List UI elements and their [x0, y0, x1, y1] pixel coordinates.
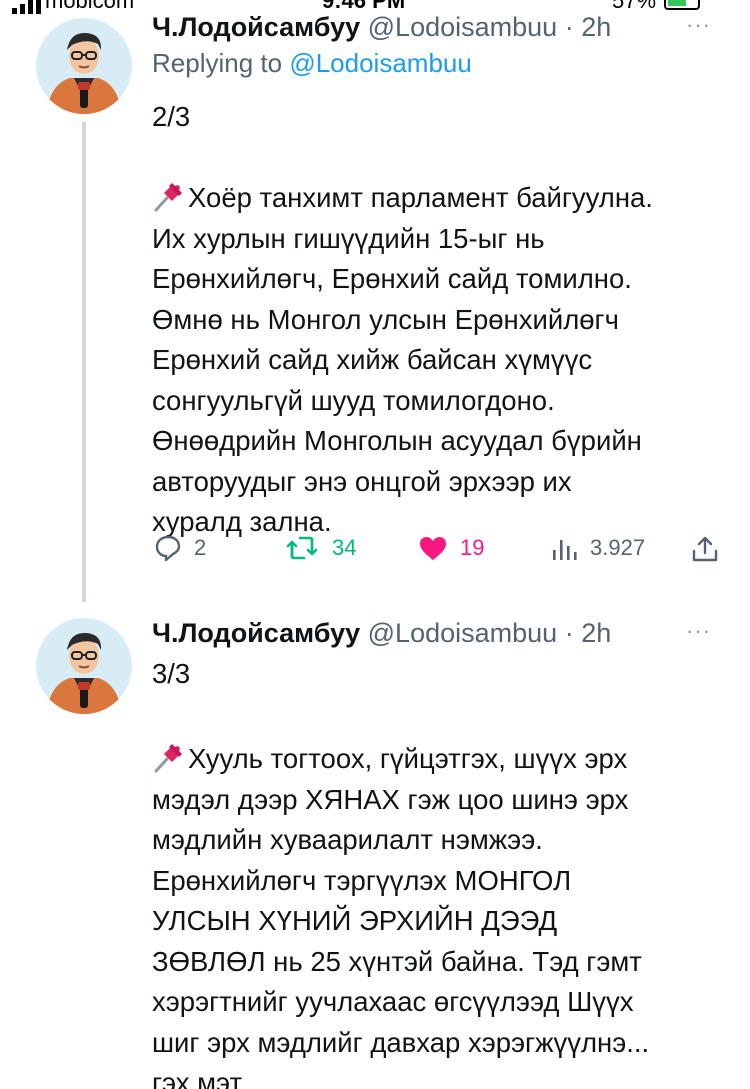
tweet-time[interactable]: 2h: [581, 12, 611, 42]
author-name[interactable]: Ч.Лодойсамбуу: [152, 12, 360, 42]
avatar-image: [36, 18, 132, 114]
tweet-line-4: Өмнө нь Монгол улсын Ерөнхийлөгч: [152, 303, 619, 335]
tweet-line-8: шиг эрх мэдлийг давхар хэрэгжүүлнэ...: [152, 1026, 650, 1058]
thread-counter: 2/3: [152, 101, 191, 132]
views-icon: [553, 540, 577, 560]
author-handle[interactable]: @Lodoisambuu: [368, 12, 558, 42]
reply-count: 2: [194, 535, 207, 560]
tweet-line-5: Ерөнхий сайд хийж байсан хүмүүс: [152, 344, 593, 375]
tweet-line-5: УЛСЫН ХҮНИЙ ЭРХИЙН ДЭЭД: [152, 905, 558, 936]
tweet-time[interactable]: 2h: [581, 618, 611, 648]
tweet-line-4: Ерөнхийлөгч тэргүүлэх МОНГОЛ: [152, 864, 572, 896]
more-options-icon[interactable]: ···: [686, 12, 711, 38]
tweet-text: 3/3 Хууль тогтоох, гүйцэтгэх, шүүх эрх м…: [152, 654, 727, 1089]
tweet-line-3: мэдлийн хуваарилалт нэмжээ.: [152, 824, 543, 855]
avatar-image: [36, 618, 132, 714]
tweet-header: Ч.Лодойсамбуу @Lodoisambuu · 2h: [152, 12, 611, 43]
view-count: 3.927: [590, 535, 646, 560]
separator-dot: ·: [564, 12, 574, 42]
tweet-line-8: авторуудыг энэ онцгой эрхээр их: [152, 465, 572, 497]
heart-icon: [420, 537, 446, 560]
tweet-header: Ч.Лодойсамбуу @Lodoisambuu · 2h: [152, 618, 611, 649]
share-icon: [692, 536, 718, 562]
tweet-line-9: гэх мэт .: [152, 1067, 258, 1089]
tweet-line-2: Их хурлын гишүүдийн 15-ыг нь: [152, 222, 545, 254]
reply-icon: [155, 535, 181, 562]
retweet-icon: [286, 536, 318, 560]
tweet-line-3: Ерөнхийлөгч, Ерөнхий сайд томилно.: [152, 263, 632, 294]
tweet-line-6: ЗӨВЛӨЛ нь 25 хүнтэй байна. Тэд гэмт: [152, 945, 642, 977]
tweet-text: 2/3 Хоёр танхимт парламент байгуулна. Их…: [152, 97, 727, 543]
views-button[interactable]: 3.927: [550, 534, 645, 562]
avatar[interactable]: [36, 18, 132, 114]
tweet-line-2: мэдэл дээр ХЯНАХ гэж цоо шинэ эрх: [152, 783, 629, 815]
avatar[interactable]: [36, 618, 132, 714]
tweet-line-7: Өнөөдрийн Монголын асуудал бүрийн: [152, 425, 642, 456]
replying-to-mention[interactable]: @Lodoisambuu: [289, 48, 472, 78]
author-name[interactable]: Ч.Лодойсамбуу: [152, 618, 360, 648]
separator-dot: ·: [564, 618, 574, 648]
share-button[interactable]: [690, 534, 720, 564]
text-line: Хоёр танхимт парламент байгуулна.: [152, 178, 727, 219]
author-handle[interactable]: @Lodoisambuu: [368, 618, 558, 648]
pin-emoji: [154, 744, 182, 773]
pin-emoji: [154, 183, 182, 212]
tweet-actions: 2 34 19 3.927: [150, 534, 730, 566]
thread-counter: 3/3: [152, 658, 191, 689]
replying-to-label: Replying to: [152, 48, 283, 78]
retweet-count: 34: [332, 535, 357, 560]
like-button[interactable]: 19: [418, 534, 484, 562]
tweet-line-7: хэрэгтнийг уучлахаас өгсүүлээд Шүүх: [152, 986, 634, 1017]
text-line: Хууль тогтоох, гүйцэтгэх, шүүх эрх: [152, 739, 727, 780]
tweet[interactable]: Ч.Лодойсамбуу @Lodoisambuu · 2h ··· 3/3 …: [0, 600, 750, 1089]
tweet-line-1: Хоёр танхимт парламент байгуулна.: [188, 182, 653, 213]
tweet-line-6: сонгуульгүй шууд томилогдоно.: [152, 384, 555, 416]
replying-to: Replying to @Lodoisambuu: [152, 48, 472, 79]
tweet-line-1: Хууль тогтоох, гүйцэтгэх, шүүх эрх: [188, 743, 628, 774]
thread-line: [82, 122, 86, 602]
retweet-button[interactable]: 34: [284, 534, 356, 562]
like-count: 19: [460, 535, 485, 560]
more-options-icon[interactable]: ···: [686, 618, 711, 644]
tweet[interactable]: Ч.Лодойсамбуу @Lodoisambuu · 2h ··· Repl…: [0, 0, 750, 602]
reply-button[interactable]: 2: [154, 534, 206, 562]
